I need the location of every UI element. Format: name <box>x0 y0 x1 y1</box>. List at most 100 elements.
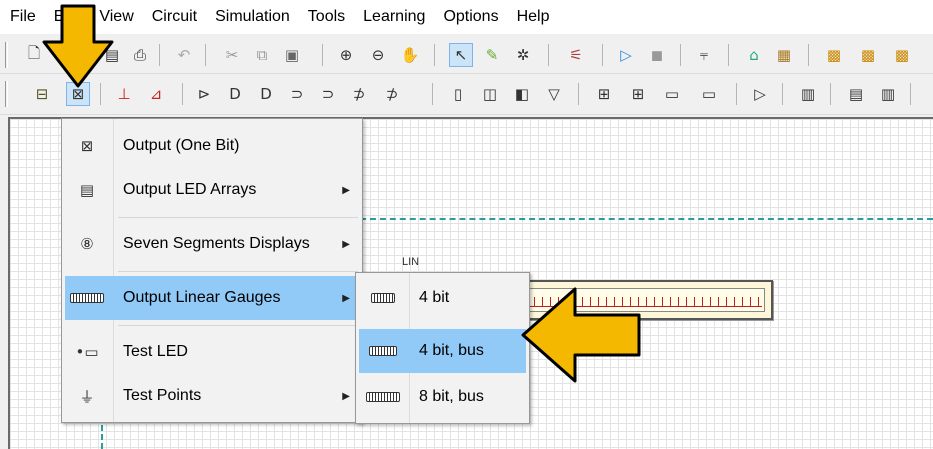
toolbar-separator <box>680 44 681 66</box>
zoom-in-icon[interactable]: ⊕ <box>334 43 358 67</box>
nor-gate-icon[interactable]: ⊃ <box>316 82 340 106</box>
select-pointer-icon[interactable]: ↖ <box>449 43 473 67</box>
component-icon[interactable]: ⌂ <box>742 43 766 67</box>
submenu-arrow-icon: ▶ <box>342 292 350 304</box>
toolbar-separator <box>830 83 831 105</box>
probe-icon[interactable]: ⚟ <box>564 43 588 67</box>
pen-icon[interactable]: ✎ <box>480 43 504 67</box>
ram-icon[interactable]: ▭ <box>697 82 721 106</box>
menu-item-test-led[interactable]: •▭ Test LED <box>65 330 359 374</box>
menu-item-label: Test LED <box>123 343 188 360</box>
toolbar-separator <box>182 83 183 105</box>
menu-item-output-linear-gauges[interactable]: Output Linear Gauges ▶ <box>65 276 359 320</box>
component-toolbar: ⊟ ⊠ ⊥ ⊿ ⊳ D D ⊃ ⊃ ⊅ ⊅ ▯ ◫ ◧ ▽ ⊞ ⊞ ▭ ▭ ▷ … <box>0 75 933 115</box>
hand-pan-icon[interactable]: ✋ <box>398 43 422 67</box>
menu-item-gauge-8-bit-bus[interactable]: 8 bit, bus <box>359 375 526 419</box>
cut-icon[interactable]: ✂ <box>220 43 244 67</box>
left-arrow-annotation-icon <box>521 287 641 383</box>
menu-item-label: 4 bit, bus <box>419 342 484 359</box>
undo-icon[interactable]: ↶ <box>172 43 196 67</box>
toolbar-separator <box>578 83 579 105</box>
menu-circuit[interactable]: Circuit <box>143 0 206 34</box>
menu-simulation[interactable]: Simulation <box>206 0 299 34</box>
run-simulation-icon[interactable]: ▷ <box>614 43 638 67</box>
chip-icon[interactable]: ▥ <box>796 82 820 106</box>
output-dropdown-menu: ⊠ Output (One Bit) ▤ Output LED Arrays ▶… <box>61 118 363 423</box>
seven-segment-icon: ⑧ <box>80 235 94 253</box>
xnor-gate-icon[interactable]: ⊅ <box>380 82 404 106</box>
and-gate-icon[interactable]: D <box>223 82 247 106</box>
gauge-4bit-icon <box>359 293 407 303</box>
menu-item-label: Output Linear Gauges <box>123 289 281 306</box>
toolbar-separator <box>736 83 737 105</box>
or-gate-icon[interactable]: ⊃ <box>285 82 309 106</box>
page-boundary <box>360 218 933 220</box>
menu-item-output-led-arrays[interactable]: ▤ Output LED Arrays ▶ <box>65 168 359 212</box>
chip-settings-icon[interactable]: ✲ <box>511 43 535 67</box>
menu-item-label: 4 bit <box>419 289 450 306</box>
toolbar-separator <box>432 83 433 105</box>
demux-icon[interactable]: ◧ <box>510 82 534 106</box>
toolbar-separator <box>808 44 809 66</box>
menu-item-label: Output LED Arrays <box>123 181 257 198</box>
test-led-icon: •▭ <box>75 343 99 361</box>
toolbar-separator <box>322 44 323 66</box>
submenu-arrow-icon: ▶ <box>342 390 350 402</box>
counter-icon[interactable]: ⊞ <box>592 82 616 106</box>
xor-gate-icon[interactable]: ⊅ <box>347 82 371 106</box>
properties-icon[interactable]: ▤ <box>844 82 868 106</box>
chip-orange-icon[interactable]: ▩ <box>856 43 880 67</box>
menu-item-label: Output (One Bit) <box>123 137 240 154</box>
toolbar-separator <box>548 44 549 66</box>
copy-icon[interactable]: ⧉ <box>250 43 274 67</box>
menu-learning[interactable]: Learning <box>354 0 434 34</box>
paste-icon[interactable]: ▣ <box>280 43 304 67</box>
zoom-out-icon[interactable]: ⊖ <box>366 43 390 67</box>
buffer-gate-icon[interactable]: ⊳ <box>192 82 216 106</box>
linear-gauges-submenu: 4 bit 4 bit, bus 8 bit, bus <box>355 272 530 424</box>
component-label: LIN <box>402 256 420 268</box>
led-array-icon: ▤ <box>79 181 95 199</box>
toolbar-separator <box>728 44 729 66</box>
toolbar-separator <box>602 44 603 66</box>
menu-item-label: 8 bit, bus <box>419 388 484 405</box>
net-delete-icon[interactable]: ⊿ <box>144 82 168 106</box>
toolbar-grip[interactable] <box>5 81 8 107</box>
menu-item-gauge-4-bit[interactable]: 4 bit <box>359 276 526 320</box>
toolbar-separator <box>782 83 783 105</box>
menu-item-output-one-bit[interactable]: ⊠ Output (One Bit) <box>65 124 359 168</box>
wire-icon[interactable]: ⫧ <box>692 43 716 67</box>
menu-options[interactable]: Options <box>434 0 507 34</box>
nand-gate-icon[interactable]: D <box>254 82 278 106</box>
test-point-icon: ⏚ <box>79 387 95 406</box>
block-icon[interactable]: ▥ <box>876 82 900 106</box>
print-icon[interactable]: ⎙ <box>128 43 152 67</box>
menu-item-seven-segment-displays[interactable]: ⑧ Seven Segments Displays ▶ <box>65 222 359 266</box>
menu-bar: File Edit View Circuit Simulation Tools … <box>0 0 933 34</box>
output-icon[interactable]: ▷ <box>748 82 772 106</box>
gauge-4bit-bus-icon <box>359 346 407 356</box>
menu-item-gauge-4-bit-bus[interactable]: 4 bit, bus <box>359 329 526 373</box>
board-icon[interactable]: ▦ <box>772 43 796 67</box>
linear-gauge-icon <box>65 293 109 303</box>
submenu-arrow-icon: ▶ <box>342 184 350 196</box>
mux-icon[interactable]: ◫ <box>478 82 502 106</box>
chip-gold-icon[interactable]: ▩ <box>890 43 914 67</box>
menu-help[interactable]: Help <box>508 0 559 34</box>
menu-separator <box>118 325 358 326</box>
flip-flop-icon[interactable]: ▯ <box>446 82 470 106</box>
decoder-icon[interactable]: ▽ <box>542 82 566 106</box>
memory-icon[interactable]: ▭ <box>660 82 684 106</box>
register-icon[interactable]: ⊞ <box>626 82 650 106</box>
chip-yellow-icon[interactable]: ▩ <box>822 43 846 67</box>
toolbar-separator <box>159 44 160 66</box>
stop-simulation-icon[interactable]: ◼ <box>645 43 669 67</box>
menu-tools[interactable]: Tools <box>299 0 354 34</box>
menu-separator <box>118 217 358 218</box>
toolbar-separator <box>434 44 435 66</box>
toolbar-grip[interactable] <box>5 42 8 68</box>
menu-item-test-points[interactable]: ⏚ Test Points ▶ <box>65 374 359 418</box>
main-toolbar: 🗋 ▤ ⎙ ↶ ✂ ⧉ ▣ ⊕ ⊖ ✋ ↖ ✎ ✲ ⚟ ▷ ◼ ⫧ ⌂ ▦ ▩ … <box>0 36 933 74</box>
menu-file[interactable]: File <box>0 0 45 34</box>
menu-item-label: Seven Segments Displays <box>123 235 310 252</box>
